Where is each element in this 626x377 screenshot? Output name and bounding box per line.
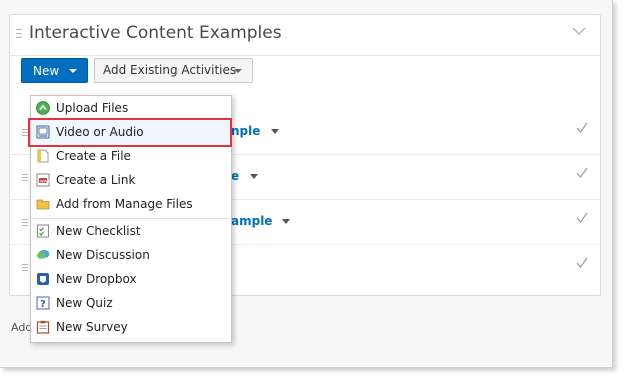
module-header: Interactive Content Examples bbox=[10, 15, 600, 56]
caret-down-icon[interactable] bbox=[271, 129, 279, 134]
caret-down-icon[interactable] bbox=[282, 219, 290, 224]
topic-title[interactable]: e bbox=[231, 169, 239, 183]
menu-item-label: New Dropbox bbox=[56, 272, 137, 286]
menu-item-label: New Checklist bbox=[56, 224, 141, 238]
menu-item-new-discussion[interactable]: New Discussion bbox=[31, 244, 231, 268]
caret-down-icon[interactable] bbox=[250, 174, 258, 179]
topic-title[interactable]: ample bbox=[231, 214, 272, 228]
menu-item-label: Video or Audio bbox=[56, 125, 144, 139]
folder-icon bbox=[36, 199, 50, 210]
upload-icon bbox=[36, 101, 50, 115]
new-button[interactable]: New bbox=[21, 58, 88, 83]
file-icon bbox=[37, 149, 49, 163]
discussion-icon bbox=[37, 250, 50, 259]
checkmark-icon bbox=[576, 257, 588, 268]
menu-item-video-or-audio[interactable]: Video or Audio bbox=[31, 121, 231, 145]
video-icon bbox=[36, 125, 50, 139]
add-existing-activities-button[interactable]: Add Existing Activities bbox=[94, 58, 253, 83]
menu-item-label: New Survey bbox=[56, 320, 128, 334]
link-icon: www bbox=[36, 173, 50, 187]
drag-handle-icon[interactable] bbox=[22, 219, 28, 226]
chevron-down-icon[interactable] bbox=[572, 27, 586, 36]
menu-item-label: Upload Files bbox=[56, 101, 129, 115]
topic-title[interactable]: nple bbox=[231, 124, 260, 138]
menu-divider bbox=[33, 218, 229, 219]
drag-handle-icon[interactable] bbox=[22, 264, 28, 271]
new-dropdown-menu: Upload Files Video or Audio Create a Fil… bbox=[28, 95, 232, 343]
svg-text:?: ? bbox=[40, 299, 46, 310]
checkmark-icon bbox=[576, 212, 588, 223]
caret-down-icon bbox=[234, 69, 242, 73]
menu-item-add-from-manage-files[interactable]: Add from Manage Files bbox=[31, 193, 231, 217]
quiz-icon: ? bbox=[36, 296, 50, 310]
dropbox-icon bbox=[37, 273, 49, 285]
menu-item-create-a-file[interactable]: Create a File bbox=[31, 145, 231, 169]
module-title: Interactive Content Examples bbox=[29, 23, 282, 43]
menu-item-label: New Discussion bbox=[56, 248, 150, 262]
survey-icon bbox=[36, 320, 50, 334]
menu-item-new-quiz[interactable]: ? New Quiz bbox=[31, 292, 231, 316]
checklist-icon bbox=[37, 224, 49, 238]
checkmark-icon bbox=[576, 167, 588, 178]
menu-item-label: Create a Link bbox=[56, 173, 136, 187]
menu-item-create-a-link[interactable]: www Create a Link bbox=[31, 169, 231, 193]
menu-item-new-checklist[interactable]: New Checklist bbox=[31, 220, 231, 244]
add-existing-label: Add Existing Activities bbox=[103, 63, 237, 77]
menu-item-label: Add from Manage Files bbox=[56, 197, 193, 211]
caret-down-icon bbox=[69, 69, 77, 73]
menu-item-new-survey[interactable]: New Survey bbox=[31, 316, 231, 340]
menu-item-label: New Quiz bbox=[56, 296, 113, 310]
menu-item-label: Create a File bbox=[56, 149, 131, 163]
checkmark-icon bbox=[576, 122, 588, 133]
new-button-label: New bbox=[33, 64, 60, 78]
drag-handle-icon[interactable] bbox=[22, 174, 28, 181]
drag-handle-icon[interactable] bbox=[16, 29, 22, 38]
svg-text:www: www bbox=[40, 179, 50, 184]
menu-item-new-dropbox[interactable]: New Dropbox bbox=[31, 268, 231, 292]
